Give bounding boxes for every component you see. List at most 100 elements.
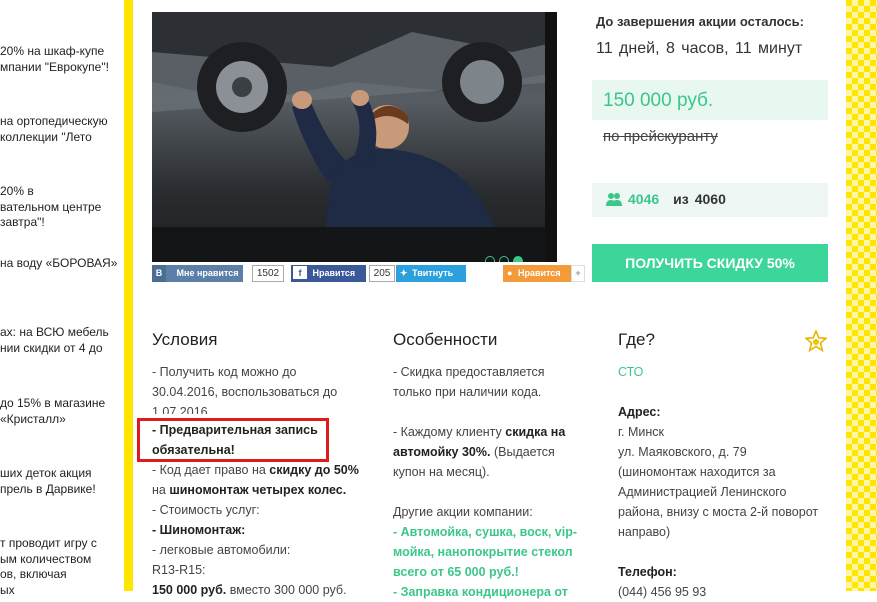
address-line: направо) bbox=[618, 525, 671, 539]
features-text-part: - Каждому клиенту bbox=[393, 425, 506, 439]
address-line: г. Минск bbox=[618, 425, 664, 439]
features-title: Особенности bbox=[393, 330, 498, 349]
features-line: только при наличии кода. bbox=[393, 385, 542, 399]
teaser-item[interactable]: ших деток акция прель в Дарвике! bbox=[0, 466, 118, 497]
teaser-line: вательном центре bbox=[0, 199, 102, 214]
conditions-line: - Шиномонтаж: bbox=[152, 523, 246, 537]
yellow-stripe bbox=[124, 0, 133, 591]
users-icon bbox=[606, 193, 622, 206]
vk-icon: В bbox=[152, 265, 166, 282]
teaser-line: до 15% в магазине bbox=[0, 396, 106, 410]
carousel-dot[interactable] bbox=[499, 256, 509, 262]
twitter-icon: ✦ bbox=[400, 268, 408, 278]
features-text: - Скидка предоставляется только при нали… bbox=[393, 362, 593, 602]
features-line: - Скидка предоставляется bbox=[393, 365, 545, 379]
address-line: ул. Маяковского, д. 79 bbox=[618, 445, 747, 459]
ok-plus-button[interactable]: + bbox=[571, 265, 585, 282]
carousel-dots bbox=[485, 256, 523, 262]
carousel-dot[interactable] bbox=[485, 256, 495, 262]
conditions-line: - легковые автомобили: bbox=[152, 543, 291, 557]
conditions-line: - Стоимость услуг: bbox=[152, 503, 260, 517]
vk-like-count: 1502 bbox=[252, 265, 284, 282]
teaser-line: ых bbox=[0, 582, 15, 597]
carousel-dot-active[interactable] bbox=[513, 256, 523, 262]
conditions-title: Условия bbox=[152, 330, 218, 349]
ok-like-label: Нравится bbox=[517, 268, 561, 278]
conditions-text-part: на bbox=[152, 483, 170, 497]
address-line: района, внизу с моста 2-й поворот bbox=[618, 505, 819, 519]
teaser-line: на ортопедическую bbox=[0, 114, 108, 128]
features-bold-part: скидка на bbox=[505, 425, 566, 439]
address-line: (шиномонтаж находится за bbox=[618, 465, 776, 479]
offer-photo[interactable] bbox=[152, 12, 557, 262]
countdown-label: До завершения акции осталось: bbox=[596, 14, 804, 29]
phone-number: (044) 456 95 93 bbox=[618, 585, 707, 599]
buyers-current: 4046 bbox=[628, 191, 660, 207]
teaser-item[interactable]: до 15% в магазине «Кристалл» bbox=[0, 396, 118, 427]
price: 150 000 руб. bbox=[603, 90, 714, 111]
highlight-box bbox=[137, 418, 329, 462]
teaser-line: мпании "Еврокупе"! bbox=[0, 59, 109, 74]
teaser-item[interactable]: ах: на ВСЮ мебель нии скидки от 4 до bbox=[0, 325, 118, 356]
teaser-line: ов, включая bbox=[0, 567, 67, 581]
conditions-line: R13-R15: bbox=[152, 563, 206, 577]
other-offer-link[interactable]: всего от 65 000 руб.! bbox=[393, 562, 593, 582]
address-line: Администрацией Ленинского bbox=[618, 485, 787, 499]
other-offer-link[interactable]: - Заправка кондиционера от bbox=[393, 582, 593, 602]
buyers-count: 4046 из 4060 bbox=[606, 191, 726, 207]
conditions-line: - Получить код можно до bbox=[152, 365, 297, 379]
features-bold-part: автомойку 30%. bbox=[393, 445, 491, 459]
tweet-label: Твитнуть bbox=[412, 268, 454, 278]
star-icon[interactable] bbox=[805, 330, 827, 352]
teaser-line: ших деток акция bbox=[0, 466, 92, 480]
mechanic-illustration bbox=[152, 12, 557, 262]
teaser-item[interactable]: 20% на шкаф-купе мпании "Еврокупе"! bbox=[0, 44, 118, 75]
old-price: по прейскуранту bbox=[603, 128, 718, 145]
phone-label: Телефон: bbox=[618, 565, 677, 579]
address-label: Адрес: bbox=[618, 405, 661, 419]
other-offer-link[interactable]: мойка, нанопокрытие стекол bbox=[393, 542, 593, 562]
teaser-line: прель в Дарвике! bbox=[0, 481, 96, 496]
fb-like-button[interactable]: f Нравится bbox=[291, 265, 366, 282]
conditions-bold-part: шиномонтаж четырех колес. bbox=[169, 483, 347, 497]
fb-like-count: 205 bbox=[369, 265, 395, 282]
conditions-text-part: - Код дает право на bbox=[152, 463, 270, 477]
teaser-line: на воду «БОРОВАЯ»! bbox=[0, 256, 118, 270]
conditions-line: 1.07.2016 bbox=[152, 405, 208, 414]
odnoklassniki-icon: ● bbox=[507, 268, 513, 278]
conditions-text: - Получить код можно до 30.04.2016, восп… bbox=[152, 362, 367, 600]
tweet-button[interactable]: ✦ Твитнуть bbox=[396, 265, 466, 282]
teaser-line: ым количеством bbox=[0, 551, 92, 566]
conditions-text-part: вместо 300 000 руб. bbox=[226, 583, 347, 597]
vk-like-button[interactable]: В Мне нравится bbox=[152, 265, 243, 282]
teaser-line: 20% в bbox=[0, 184, 34, 198]
conditions-bold-part: скидку до 50% bbox=[269, 463, 359, 477]
teaser-line: 20% на шкаф-купе bbox=[0, 44, 105, 58]
fb-like-label: Нравится bbox=[312, 268, 356, 278]
buyers-sep: из bbox=[673, 191, 689, 207]
teaser-line: нии скидки от 4 до bbox=[0, 340, 103, 355]
get-discount-button[interactable]: ПОЛУЧИТЬ СКИДКУ 50% bbox=[592, 244, 828, 282]
teaser-line: т проводит игру с bbox=[0, 536, 97, 550]
teaser-item[interactable]: т проводит игру с ым количеством ов, вкл… bbox=[0, 536, 118, 598]
facebook-icon: f bbox=[293, 266, 307, 279]
teaser-item[interactable]: 20% в вательном центре завтра"! bbox=[0, 184, 118, 231]
other-offer-link[interactable]: - Автомойка, сушка, воск, vip- bbox=[393, 522, 593, 542]
ok-like-button[interactable]: ● Нравится + bbox=[503, 265, 585, 282]
countdown-value: 11 дней, 8 часов, 11 минут bbox=[596, 40, 803, 57]
teaser-line: ах: на ВСЮ мебель bbox=[0, 325, 109, 339]
conditions-line: 30.04.2016, воспользоваться до bbox=[152, 385, 338, 399]
teaser-item[interactable]: на ортопедическую коллекции "Лето bbox=[0, 114, 118, 145]
features-line: купон на месяц). bbox=[393, 465, 490, 479]
where-title: Где? bbox=[618, 330, 655, 349]
where-text: СТО Адрес: г. Минск ул. Маяковского, д. … bbox=[618, 362, 843, 602]
teaser-line: завтра"! bbox=[0, 215, 45, 229]
vk-like-label: Мне нравится bbox=[176, 268, 239, 278]
photo-edge bbox=[545, 12, 557, 262]
checker-border bbox=[846, 0, 877, 591]
teaser-line: «Кристалл» bbox=[0, 411, 66, 426]
features-line: Другие акции компании: bbox=[393, 505, 533, 519]
company-link[interactable]: СТО bbox=[618, 362, 843, 382]
teaser-item[interactable]: на воду «БОРОВАЯ»! bbox=[0, 256, 118, 272]
features-text-part: (Выдается bbox=[490, 445, 555, 459]
